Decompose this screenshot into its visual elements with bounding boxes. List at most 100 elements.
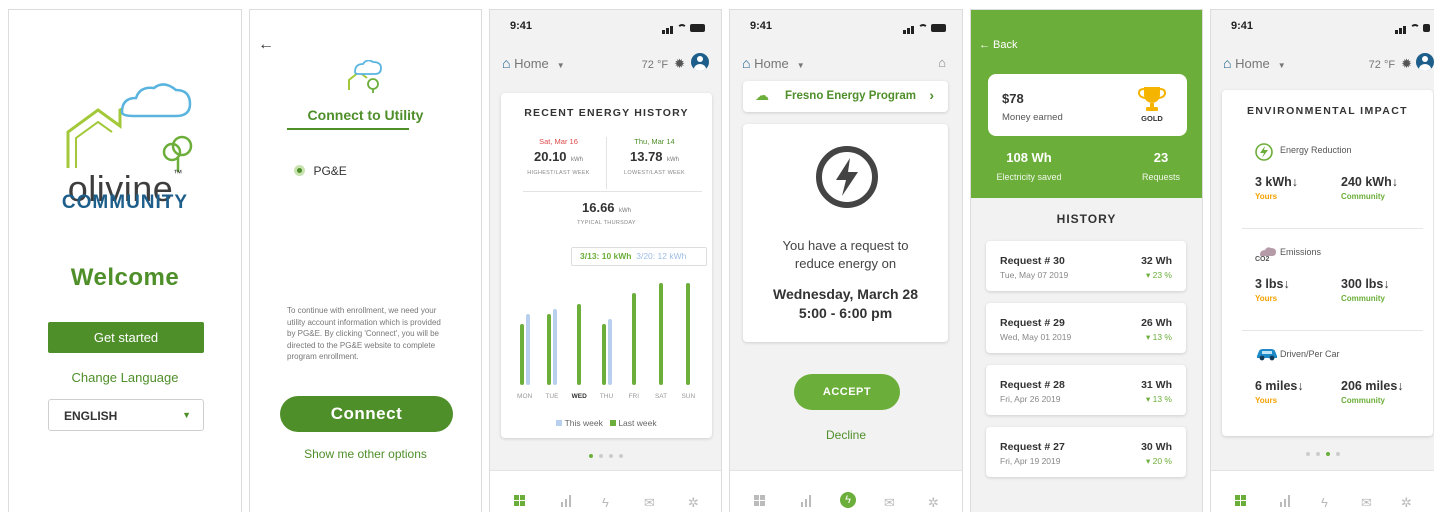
accept-button[interactable]: ACCEPT bbox=[794, 374, 900, 410]
status-time: 9:41 bbox=[510, 20, 533, 32]
home-menu[interactable]: ⌂ Home ▼ bbox=[742, 55, 805, 71]
language-select[interactable]: ENGLISH ▼ bbox=[48, 399, 204, 431]
impact-community-value: 300 lbs↓ bbox=[1341, 277, 1390, 291]
impact-section-name: Energy Reduction bbox=[1280, 145, 1352, 155]
status-bar: 9:41 bbox=[1211, 20, 1434, 36]
back-link[interactable]: ← Back bbox=[979, 39, 1018, 51]
legend-last-week: Last week bbox=[618, 418, 657, 428]
environmental-impact-screen: 9:41 ⌂ Home ▼ 72 °F ✹ ENVIRONMENTAL IMPACT… bbox=[1210, 9, 1434, 512]
history-request-date: Fri, Apr 19 2019 bbox=[1000, 456, 1061, 466]
bar-last-week[interactable] bbox=[546, 313, 551, 385]
impact-yours-value: 6 miles↓ bbox=[1255, 379, 1304, 393]
impact-yours-value: 3 kWh↓ bbox=[1255, 175, 1299, 189]
chart-x-axis: MON TUE WED THU FRI SAT SUN bbox=[511, 393, 702, 403]
x-tick-label: MON bbox=[517, 393, 533, 400]
radio-selected-icon bbox=[294, 165, 305, 177]
tab-bar: ϟ ✉ ✲ bbox=[1211, 470, 1434, 512]
car-icon bbox=[1255, 347, 1277, 363]
history-row[interactable]: Request # 30 Tue, May 07 2019 32 Wh ▾ 23 % bbox=[986, 241, 1186, 291]
history-request-title: Request # 30 bbox=[1000, 255, 1065, 267]
impact-section-name: Driven/Per Car bbox=[1280, 349, 1340, 359]
request-time: 5:00 - 6:00 pm bbox=[798, 305, 893, 321]
bar-this-week[interactable] bbox=[525, 313, 530, 385]
header-bar: ⌂ Home ▼ 72 °F ✹ bbox=[1223, 52, 1434, 76]
decline-link[interactable]: Decline bbox=[730, 428, 962, 442]
program-banner[interactable]: ☁ Fresno Energy Program › bbox=[743, 81, 948, 112]
history-request-change: ▾ 23 % bbox=[1145, 270, 1172, 280]
history-row[interactable]: Request # 29 Wed, May 01 2019 26 Wh ▾ 13 % bbox=[986, 303, 1186, 353]
energy-request-screen: 9:41 ⌂ Home ▼ ⌂ ☁ Fresno Energy Program ›… bbox=[729, 9, 963, 512]
bar-chart-icon bbox=[560, 495, 572, 507]
stat-lowest-value: 13.78 bbox=[630, 149, 663, 164]
avatar[interactable] bbox=[691, 53, 709, 71]
caret-down-icon: ▼ bbox=[796, 61, 805, 70]
history-request-date: Tue, May 07 2019 bbox=[1000, 270, 1069, 280]
gear-icon: ✲ bbox=[688, 495, 699, 510]
building-icon[interactable]: ⌂ bbox=[938, 55, 946, 70]
brand-name-community: COMMUNITY bbox=[61, 192, 189, 213]
tooltip-last-week: 3/20: 12 kWh bbox=[636, 251, 687, 261]
energy-history-card: RECENT ENERGY HISTORY Sat, Mar 16 20.10 … bbox=[501, 93, 712, 438]
bar-last-week[interactable] bbox=[659, 283, 664, 385]
status-bar: 9:41 bbox=[730, 20, 962, 36]
co2-label: CO2 bbox=[1255, 256, 1270, 263]
home-label: Home bbox=[514, 56, 549, 71]
temperature-readout: 72 °F ✹ bbox=[642, 56, 685, 72]
home-menu[interactable]: ⌂ Home ▼ bbox=[1223, 55, 1286, 71]
saved-stat: 108 Wh Electricity saved bbox=[971, 150, 1087, 182]
sun-icon: ✹ bbox=[674, 56, 685, 71]
back-arrow-icon[interactable]: ← bbox=[258, 36, 274, 54]
request-text-line1: You have a request to bbox=[782, 238, 909, 253]
home-menu[interactable]: ⌂ Home ▼ bbox=[502, 55, 565, 71]
tab-bar: ϟ ✉ ✲ bbox=[730, 470, 962, 512]
bar-chart-icon bbox=[800, 495, 812, 507]
stat-highest-unit: kWh bbox=[571, 157, 583, 163]
bar-last-week[interactable] bbox=[686, 283, 691, 385]
utility-option-pge[interactable]: PG&E bbox=[294, 162, 347, 180]
wifi-icon bbox=[1410, 24, 1420, 32]
energy-history-screen: 9:41 ⌂ Home ▼ 72 °F ✹ RECENT ENERGY HISTOR… bbox=[489, 9, 722, 512]
bar-last-week[interactable] bbox=[601, 323, 606, 385]
other-options-link[interactable]: Show me other options bbox=[250, 447, 481, 461]
welcome-screen: olivine™ COMMUNITY Welcome Get started C… bbox=[8, 9, 242, 512]
bar-last-week[interactable] bbox=[519, 323, 524, 385]
history-row[interactable]: Request # 27 Fri, Apr 19 2019 30 Wh ▾ 20 % bbox=[986, 427, 1186, 477]
page-indicator bbox=[490, 454, 721, 458]
history-row[interactable]: Request # 28 Fri, Apr 26 2019 31 Wh ▾ 13 % bbox=[986, 365, 1186, 415]
connect-utility-screen: ← Connect to Utility PG&E To continue wi… bbox=[249, 9, 482, 512]
connect-button[interactable]: Connect bbox=[280, 396, 453, 432]
money-label: Money earned bbox=[1002, 112, 1063, 123]
request-card: You have a request to reduce energy on W… bbox=[743, 124, 948, 342]
title-underline bbox=[287, 128, 409, 130]
legend-this-week: This week bbox=[564, 418, 603, 428]
lightning-icon: ϟ bbox=[840, 492, 856, 508]
gear-icon: ✲ bbox=[1401, 495, 1412, 510]
stat-highest: Sat, Mar 16 20.10 kWh HIGHEST/LAST WEEK bbox=[511, 137, 606, 176]
change-language-link[interactable]: Change Language bbox=[9, 370, 241, 385]
battery-icon bbox=[690, 24, 705, 33]
bar-this-week[interactable] bbox=[607, 318, 612, 385]
history-request-value: 31 Wh bbox=[1141, 379, 1172, 391]
bar-chart-icon bbox=[1279, 495, 1291, 507]
bar-last-week[interactable] bbox=[577, 303, 582, 385]
status-bar: 9:41 bbox=[490, 20, 721, 36]
x-tick-label: THU bbox=[599, 393, 614, 400]
avatar[interactable] bbox=[1416, 53, 1434, 71]
tooltip-this-week: 3/13: 10 kWh bbox=[580, 251, 632, 261]
stat-highest-date: Sat, Mar 16 bbox=[539, 137, 578, 146]
get-started-button[interactable]: Get started bbox=[48, 322, 204, 353]
legend-swatch-this-week bbox=[556, 420, 563, 426]
signal-icon bbox=[1395, 22, 1407, 35]
bar-this-week[interactable] bbox=[552, 308, 557, 385]
history-request-date: Wed, May 01 2019 bbox=[1000, 332, 1072, 342]
chart-tooltip: 3/13: 10 kWh 3/20: 12 kWh bbox=[571, 247, 707, 266]
bar-last-week[interactable] bbox=[631, 293, 636, 385]
impact-community-value: 240 kWh↓ bbox=[1341, 175, 1398, 189]
wifi-icon bbox=[677, 24, 687, 32]
caret-down-icon: ▼ bbox=[556, 61, 565, 70]
impact-card: ENVIRONMENTAL IMPACT Energy Reduction 3 k… bbox=[1222, 90, 1433, 436]
stat-lowest-label: LOWEST/LAST WEEK bbox=[624, 170, 685, 176]
connect-logo-icon bbox=[348, 60, 382, 93]
trademark-mark: ™ bbox=[173, 168, 183, 178]
dashboard-icon bbox=[754, 495, 766, 507]
